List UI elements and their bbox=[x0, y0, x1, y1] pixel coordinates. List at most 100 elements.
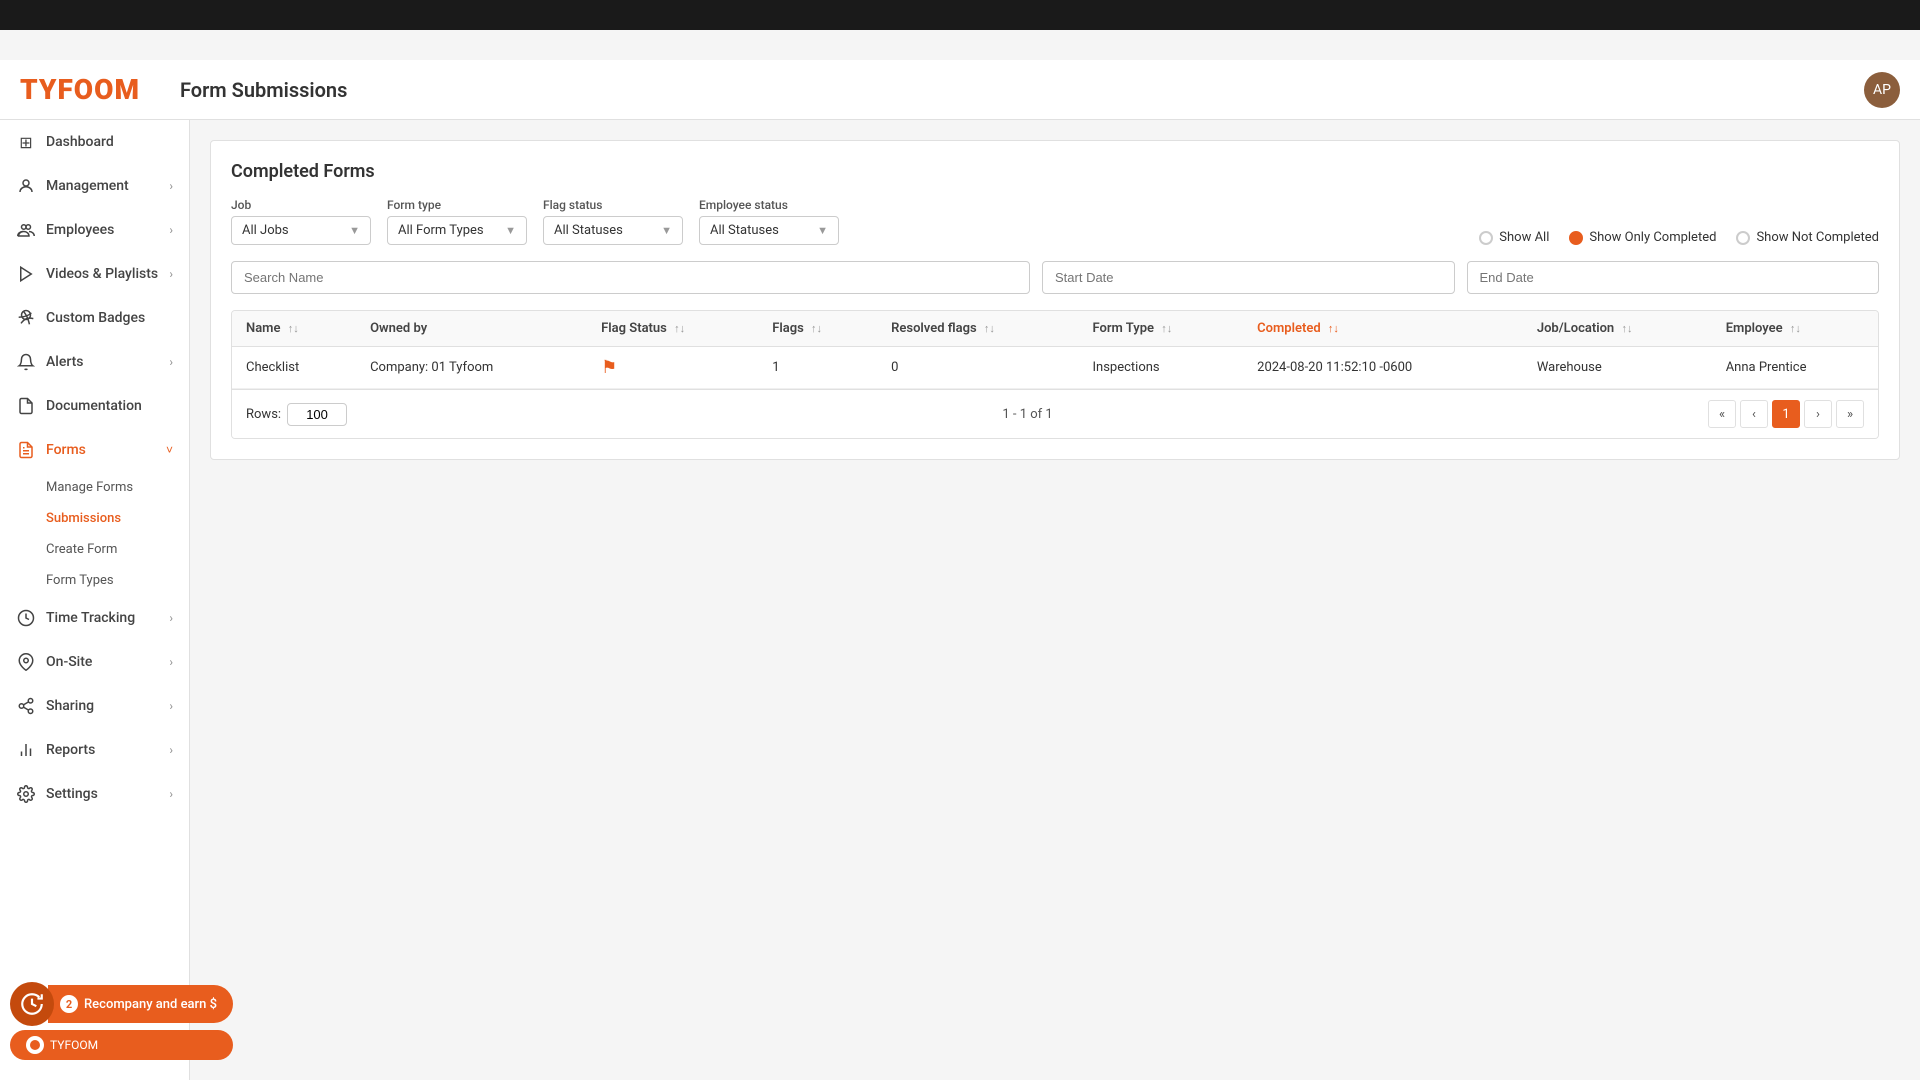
employee-status-filter-select[interactable]: All Statuses ▼ bbox=[699, 216, 839, 245]
employee-status-filter-group: Employee status All Statuses ▼ bbox=[699, 198, 839, 245]
table-row[interactable]: Checklist Company: 01 Tyfoom ⚑ 1 0 Inspe… bbox=[232, 347, 1878, 389]
cell-employee: Anna Prentice bbox=[1712, 347, 1878, 389]
col-employee-sort-icon: ↑↓ bbox=[1790, 322, 1801, 335]
col-form-type-sort-icon: ↑↓ bbox=[1161, 322, 1172, 335]
radio-show-not-completed[interactable]: Show Not Completed bbox=[1736, 230, 1879, 245]
promo-badge[interactable]: 2 Recompany and earn $ bbox=[48, 985, 233, 1023]
flag-status-filter-select[interactable]: All Statuses ▼ bbox=[543, 216, 683, 245]
end-date-input[interactable] bbox=[1467, 261, 1880, 294]
radio-show-not-completed-circle bbox=[1736, 231, 1750, 245]
search-input[interactable] bbox=[231, 261, 1030, 294]
top-bar bbox=[0, 0, 1920, 30]
cell-owned-by: Company: 01 Tyfoom bbox=[356, 347, 587, 389]
employee-status-filter-label: Employee status bbox=[699, 198, 839, 212]
radio-show-only-completed[interactable]: Show Only Completed bbox=[1569, 230, 1716, 245]
settings-chevron: › bbox=[169, 787, 173, 801]
dashboard-icon: ⊞ bbox=[16, 132, 36, 152]
forms-chevron: ˅ bbox=[166, 443, 173, 457]
col-form-type[interactable]: Form Type ↑↓ bbox=[1079, 311, 1244, 347]
col-flags[interactable]: Flags ↑↓ bbox=[758, 311, 877, 347]
reports-icon bbox=[16, 740, 36, 760]
next-page-button[interactable]: › bbox=[1804, 400, 1832, 428]
radio-row: Show All Show Only Completed Show Not Co… bbox=[1479, 230, 1879, 245]
submenu-create-form[interactable]: Create Form bbox=[0, 534, 189, 565]
table-body: Checklist Company: 01 Tyfoom ⚑ 1 0 Inspe… bbox=[232, 347, 1878, 389]
promo-brand-bar[interactable]: TYFOOM bbox=[10, 1030, 233, 1060]
on-site-chevron: › bbox=[169, 655, 173, 669]
sidebar-item-custom-badges[interactable]: Custom Badges bbox=[0, 296, 189, 340]
sidebar-item-dashboard[interactable]: ⊞ Dashboard bbox=[0, 120, 189, 164]
current-page-button[interactable]: 1 bbox=[1772, 400, 1800, 428]
rows-selector: Rows: bbox=[246, 403, 347, 426]
prev-page-button[interactable]: ‹ bbox=[1740, 400, 1768, 428]
col-name[interactable]: Name ↑↓ bbox=[232, 311, 356, 347]
pagination-row: Rows: 1 - 1 of 1 « ‹ 1 › » bbox=[232, 389, 1878, 438]
management-chevron: › bbox=[169, 179, 173, 193]
table: Name ↑↓ Owned by Flag Status ↑↓ Flags ↑↓… bbox=[232, 311, 1878, 389]
form-type-filter-group: Form type All Form Types ▼ bbox=[387, 198, 527, 245]
time-tracking-icon bbox=[16, 608, 36, 628]
promo-count: 2 bbox=[60, 995, 78, 1013]
sidebar-item-videos[interactable]: Videos & Playlists › bbox=[0, 252, 189, 296]
sidebar-item-settings[interactable]: Settings › bbox=[0, 772, 189, 816]
submissions-table: Name ↑↓ Owned by Flag Status ↑↓ Flags ↑↓… bbox=[231, 310, 1879, 439]
col-job-location-sort-icon: ↑↓ bbox=[1621, 322, 1632, 335]
sidebar-item-time-tracking[interactable]: Time Tracking › bbox=[0, 596, 189, 640]
logo[interactable]: TYFOOM bbox=[20, 73, 140, 106]
cell-completed: 2024-08-20 11:52:10 -0600 bbox=[1243, 347, 1523, 389]
submenu-submissions[interactable]: Submissions bbox=[0, 503, 189, 534]
col-resolved-flags[interactable]: Resolved flags ↑↓ bbox=[877, 311, 1078, 347]
cell-flags: 1 bbox=[758, 347, 877, 389]
header: TYFOOM Form Submissions AP bbox=[0, 60, 1920, 120]
radio-show-only-completed-circle bbox=[1569, 231, 1583, 245]
panel-title: Completed Forms bbox=[231, 161, 1879, 182]
alerts-chevron: › bbox=[169, 355, 173, 369]
flag-status-filter-arrow: ▼ bbox=[661, 224, 672, 237]
form-type-filter-label: Form type bbox=[387, 198, 527, 212]
last-page-button[interactable]: » bbox=[1836, 400, 1864, 428]
alerts-icon bbox=[16, 352, 36, 372]
employees-chevron: › bbox=[169, 223, 173, 237]
sidebar-item-management[interactable]: Management › bbox=[0, 164, 189, 208]
cell-name: Checklist bbox=[232, 347, 356, 389]
col-owned-by: Owned by bbox=[356, 311, 587, 347]
sidebar-item-forms[interactable]: Forms ˅ bbox=[0, 428, 189, 472]
management-icon bbox=[16, 176, 36, 196]
start-date-input[interactable] bbox=[1042, 261, 1455, 294]
form-type-filter-select[interactable]: All Form Types ▼ bbox=[387, 216, 527, 245]
sidebar-item-sharing[interactable]: Sharing › bbox=[0, 684, 189, 728]
col-completed[interactable]: Completed ↑↓ bbox=[1243, 311, 1523, 347]
sharing-icon bbox=[16, 696, 36, 716]
forms-submenu: Manage Forms Submissions Create Form For… bbox=[0, 472, 189, 596]
reports-chevron: › bbox=[169, 743, 173, 757]
documentation-icon bbox=[16, 396, 36, 416]
submenu-manage-forms[interactable]: Manage Forms bbox=[0, 472, 189, 503]
promo-swirl-icon bbox=[10, 982, 54, 1026]
promo-brand-icon bbox=[26, 1036, 44, 1054]
col-flag-status[interactable]: Flag Status ↑↓ bbox=[587, 311, 758, 347]
col-job-location[interactable]: Job/Location ↑↓ bbox=[1523, 311, 1712, 347]
promo-bar: 2 Recompany and earn $ TYFOOM bbox=[10, 982, 233, 1060]
cell-resolved-flags: 0 bbox=[877, 347, 1078, 389]
col-employee[interactable]: Employee ↑↓ bbox=[1712, 311, 1878, 347]
table-header: Name ↑↓ Owned by Flag Status ↑↓ Flags ↑↓… bbox=[232, 311, 1878, 347]
flag-status-filter-group: Flag status All Statuses ▼ bbox=[543, 198, 683, 245]
page-info: 1 - 1 of 1 bbox=[1002, 407, 1052, 422]
col-flags-sort-icon: ↑↓ bbox=[811, 322, 822, 335]
sidebar-item-alerts[interactable]: Alerts › bbox=[0, 340, 189, 384]
rows-input[interactable] bbox=[287, 403, 347, 426]
time-tracking-chevron: › bbox=[169, 611, 173, 625]
radio-show-all[interactable]: Show All bbox=[1479, 230, 1549, 245]
sidebar-item-reports[interactable]: Reports › bbox=[0, 728, 189, 772]
avatar[interactable]: AP bbox=[1864, 72, 1900, 108]
first-page-button[interactable]: « bbox=[1708, 400, 1736, 428]
sidebar-item-documentation[interactable]: Documentation bbox=[0, 384, 189, 428]
radio-show-all-circle bbox=[1479, 231, 1493, 245]
videos-icon bbox=[16, 264, 36, 284]
submenu-form-types[interactable]: Form Types bbox=[0, 565, 189, 596]
job-filter-select[interactable]: All Jobs ▼ bbox=[231, 216, 371, 245]
sidebar-item-employees[interactable]: Employees › bbox=[0, 208, 189, 252]
promo-text: Recompany and earn $ bbox=[84, 997, 217, 1012]
filters-row: Job All Jobs ▼ Form type All Form Types … bbox=[231, 198, 1879, 245]
sidebar-item-on-site[interactable]: On-Site › bbox=[0, 640, 189, 684]
